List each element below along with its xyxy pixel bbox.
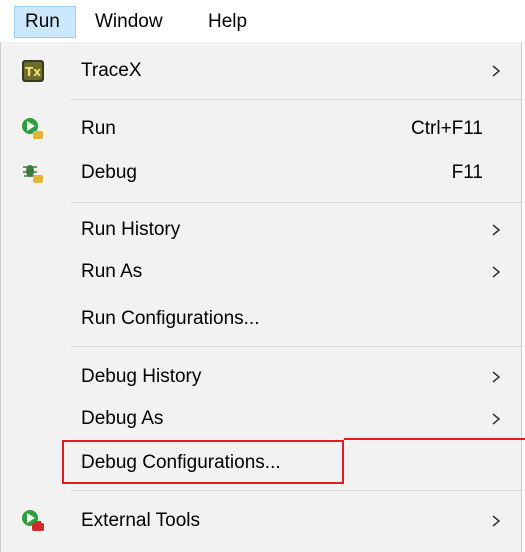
shortcut-text: F11: [451, 162, 483, 183]
menu-item-label: Run Configurations...: [81, 308, 260, 329]
menu-item-label: Debug: [81, 162, 137, 183]
svg-text:Tx: Tx: [25, 65, 41, 79]
menu-item-label: Run As: [81, 261, 143, 282]
menubar-help[interactable]: Help: [198, 6, 257, 38]
separator: [71, 490, 523, 491]
separator: [71, 99, 523, 100]
menu-item-external-tools[interactable]: External Tools: [1, 500, 521, 542]
chevron-right-icon: [489, 370, 503, 384]
debug-icon: [21, 161, 45, 185]
menu-item-label: Run History: [81, 219, 181, 240]
menu-bar: Run Window Help: [0, 0, 525, 42]
separator: [71, 346, 523, 347]
menu-item-run-history[interactable]: Run History: [1, 209, 521, 251]
tracex-icon: Tx: [21, 59, 45, 83]
menu-item-label: External Tools: [81, 510, 200, 531]
chevron-right-icon: [489, 412, 503, 426]
menu-item-debug-as[interactable]: Debug As: [1, 398, 521, 440]
chevron-right-icon: [489, 514, 503, 528]
external-tools-icon: [21, 509, 45, 533]
menu-item-label: Debug History: [81, 366, 202, 387]
menu-item-run-configurations[interactable]: Run Configurations...: [1, 298, 521, 340]
chevron-right-icon: [489, 265, 503, 279]
menu-item-debug-history[interactable]: Debug History: [1, 356, 521, 398]
highlight-annotation-box: [62, 440, 344, 484]
separator: [71, 202, 523, 203]
menubar-run[interactable]: Run: [14, 6, 76, 38]
highlight-annotation-line: [344, 438, 525, 440]
menu-item-run[interactable]: Run Ctrl+F11: [1, 108, 521, 150]
menubar-window[interactable]: Window: [85, 6, 173, 38]
menu-item-debug[interactable]: Debug F11: [1, 152, 521, 194]
menu-item-tracex[interactable]: Tx TraceX: [1, 50, 521, 92]
menu-item-label: Run: [81, 118, 116, 139]
menu-item-label: TraceX: [81, 60, 142, 81]
chevron-right-icon: [489, 223, 503, 237]
run-icon: [21, 117, 45, 141]
menu-item-run-as[interactable]: Run As: [1, 251, 521, 293]
shortcut-text: Ctrl+F11: [411, 118, 483, 139]
chevron-right-icon: [489, 64, 503, 78]
menu-item-label: Debug As: [81, 408, 164, 429]
